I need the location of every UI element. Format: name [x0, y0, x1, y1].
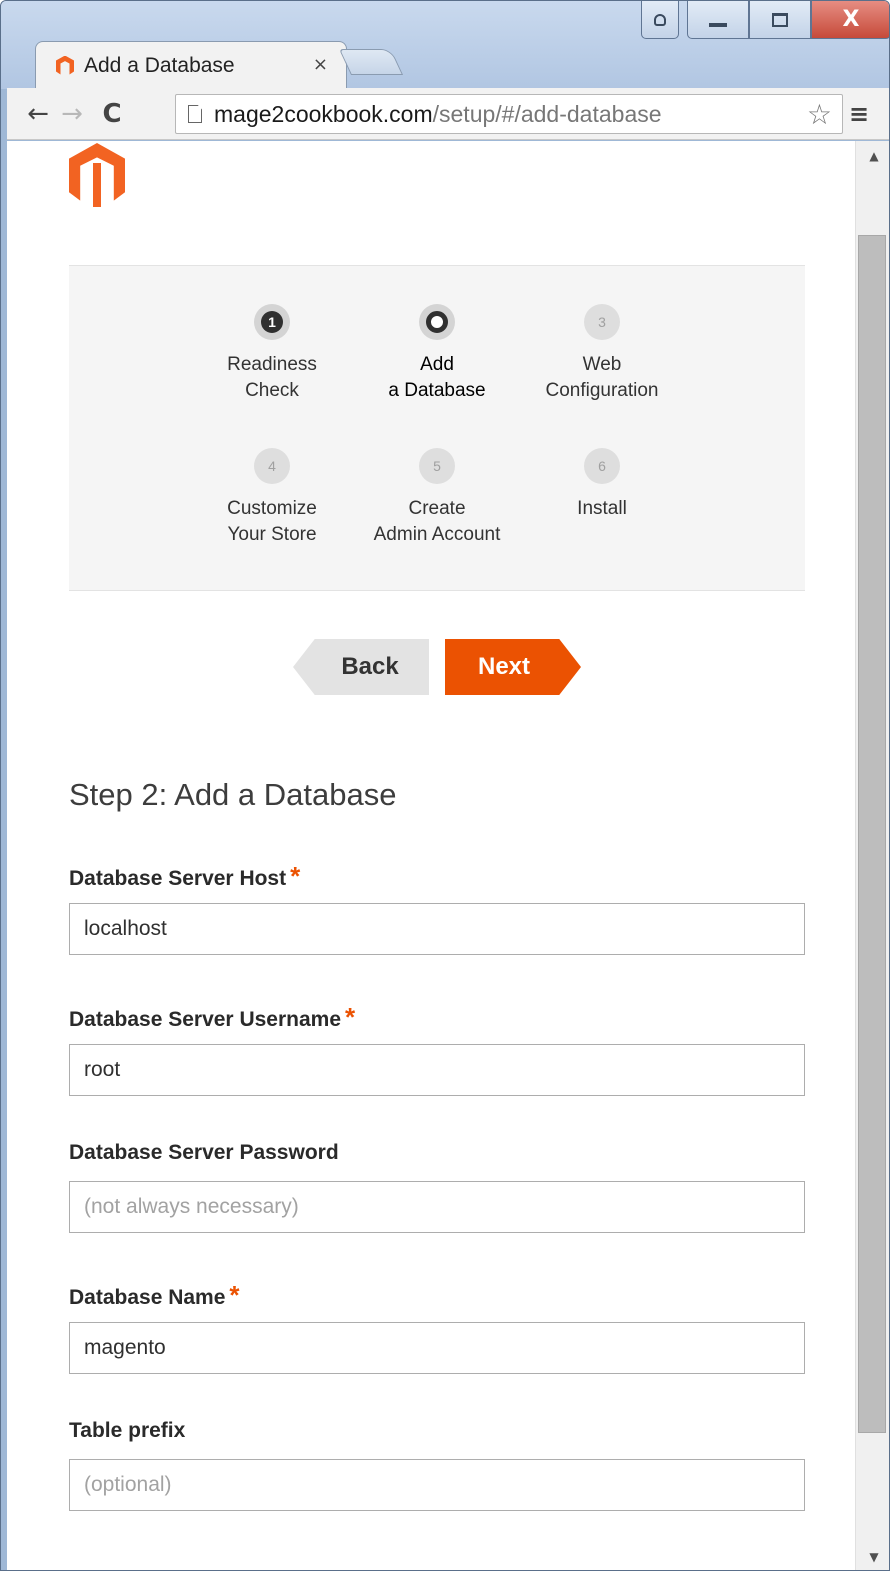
- step-label: Readiness Check: [227, 354, 317, 401]
- page-viewport: 1 Readiness Check Add a Database 3 Web C…: [7, 141, 855, 1570]
- step-add-database: Add a Database: [352, 304, 522, 404]
- browser-toolbar: ← → C mage2cookbook.com/setup/#/add-data…: [7, 88, 889, 140]
- tab-close-icon[interactable]: ×: [313, 54, 328, 75]
- close-window-button[interactable]: X: [811, 1, 889, 39]
- address-bar[interactable]: mage2cookbook.com/setup/#/add-database ☆: [175, 94, 843, 134]
- setup-progress-bar: 1 Readiness Check Add a Database 3 Web C…: [69, 265, 805, 591]
- step-readiness-check: 1 Readiness Check: [187, 304, 357, 404]
- next-button[interactable]: Next: [445, 639, 581, 695]
- page-title: Step 2: Add a Database: [69, 777, 397, 812]
- table-prefix-label: Table prefix: [69, 1419, 185, 1443]
- step-label: Web Configuration: [545, 354, 659, 401]
- star-icon[interactable]: ☆: [807, 98, 832, 131]
- db-password-label: Database Server Password: [69, 1141, 339, 1165]
- minimize-button[interactable]: [687, 1, 749, 39]
- required-mark: *: [345, 1002, 356, 1032]
- tab-title: Add a Database: [84, 53, 235, 77]
- step-3-indicator: 3: [584, 304, 620, 340]
- db-password-input[interactable]: [69, 1181, 805, 1233]
- close-icon: X: [842, 7, 860, 32]
- user-profile-button[interactable]: [641, 1, 679, 39]
- step-install: 6 Install: [517, 448, 687, 522]
- step-5-indicator: 5: [419, 448, 455, 484]
- db-name-label: Database Name *: [69, 1280, 240, 1311]
- db-username-label: Database Server Username *: [69, 1002, 355, 1033]
- db-username-input[interactable]: [69, 1044, 805, 1096]
- label-text: Database Server Host: [69, 867, 287, 890]
- maximize-icon: [772, 12, 788, 27]
- step-web-configuration: 3 Web Configuration: [517, 304, 687, 404]
- url-host: mage2cookbook.com: [214, 100, 433, 127]
- forward-arrow-icon[interactable]: →: [55, 99, 89, 129]
- maximize-button[interactable]: [749, 1, 811, 39]
- browser-window: Add a Database × X ← → C mage2cookbook.c…: [0, 0, 890, 1571]
- window-controls: X: [641, 1, 889, 39]
- minimize-icon: [709, 22, 727, 27]
- url-path: /setup/#/add-database: [432, 100, 662, 127]
- step-customize-store: 4 Customize Your Store: [187, 448, 357, 548]
- db-host-input[interactable]: [69, 903, 805, 955]
- label-text: Database Name: [69, 1286, 226, 1309]
- step-label: Add a Database: [388, 354, 486, 401]
- label-text: Table prefix: [69, 1419, 186, 1442]
- step-number: 1: [261, 311, 283, 333]
- step-create-admin: 5 Create Admin Account: [352, 448, 522, 548]
- page-icon: [188, 105, 202, 123]
- db-host-label: Database Server Host *: [69, 861, 300, 892]
- step-4-indicator: 4: [254, 448, 290, 484]
- user-icon: [654, 13, 666, 26]
- browser-tab[interactable]: Add a Database ×: [35, 41, 347, 89]
- active-ring-icon: [426, 311, 448, 333]
- label-text: Database Server Username: [69, 1008, 341, 1031]
- step-label: Create Admin Account: [373, 498, 501, 545]
- vertical-scrollbar[interactable]: ▲ ▼: [855, 141, 889, 1570]
- step-label: Install: [577, 498, 627, 519]
- scroll-up-icon[interactable]: ▲: [856, 141, 889, 171]
- step-label: Customize Your Store: [227, 498, 317, 545]
- table-prefix-input[interactable]: [69, 1459, 805, 1511]
- title-bar: Add a Database × X: [1, 1, 889, 89]
- back-arrow-icon[interactable]: ←: [21, 99, 55, 129]
- required-mark: *: [229, 1280, 240, 1310]
- label-text: Database Server Password: [69, 1141, 339, 1164]
- magento-favicon-icon: [56, 55, 74, 75]
- scroll-down-icon[interactable]: ▼: [856, 1542, 889, 1570]
- step-6-indicator: 6: [584, 448, 620, 484]
- step-2-indicator: [419, 304, 455, 340]
- back-button[interactable]: Back: [293, 639, 429, 695]
- new-tab-button[interactable]: [338, 49, 404, 75]
- db-name-input[interactable]: [69, 1322, 805, 1374]
- logo-center-bar: [93, 163, 101, 207]
- menu-icon[interactable]: ≡: [849, 100, 869, 128]
- reload-icon[interactable]: C: [95, 99, 129, 129]
- step-1-indicator: 1: [254, 304, 290, 340]
- required-mark: *: [290, 861, 301, 891]
- url-text: mage2cookbook.com/setup/#/add-database: [214, 101, 662, 128]
- scrollbar-thumb[interactable]: [858, 235, 886, 1433]
